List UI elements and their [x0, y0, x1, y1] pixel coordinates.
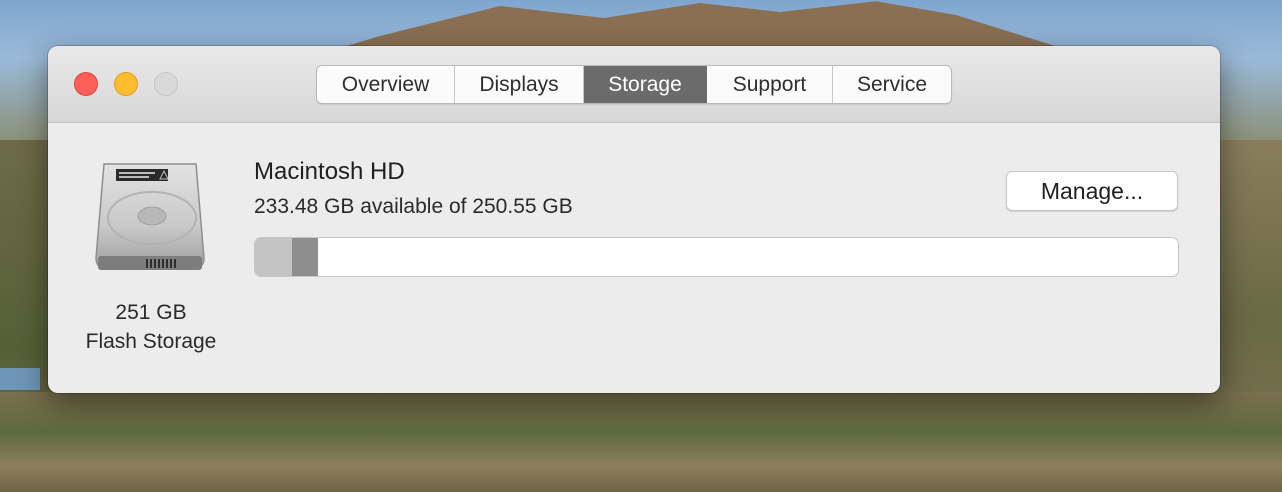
- window-titlebar[interactable]: Overview Displays Storage Support Service: [48, 46, 1220, 123]
- tab-displays[interactable]: Displays: [455, 66, 584, 103]
- manage-button[interactable]: Manage...: [1006, 171, 1178, 211]
- minimize-window-button[interactable]: [114, 72, 138, 96]
- volume-availability: 233.48 GB available of 250.55 GB: [254, 195, 573, 218]
- hard-drive-icon: [95, 163, 205, 270]
- drive-capacity: 251 GB: [115, 301, 187, 324]
- wallpaper-ground: [0, 392, 1282, 492]
- drive-caption: 251 GB Flash Storage: [68, 298, 234, 356]
- zoom-window-button: [154, 72, 178, 96]
- tab-bar: Overview Displays Storage Support Service: [316, 65, 952, 104]
- usage-segment-system[interactable]: [291, 238, 318, 276]
- about-this-mac-window: Overview Displays Storage Support Service: [48, 46, 1220, 393]
- drive-type: Flash Storage: [85, 330, 217, 353]
- tab-support[interactable]: Support: [707, 66, 833, 103]
- tab-service[interactable]: Service: [833, 66, 951, 103]
- usage-segment-other[interactable]: [255, 238, 292, 276]
- tab-overview[interactable]: Overview: [317, 66, 455, 103]
- tab-storage[interactable]: Storage: [584, 66, 707, 103]
- close-window-button[interactable]: [74, 72, 98, 96]
- storage-usage-bar[interactable]: [254, 237, 1179, 277]
- volume-name: Macintosh HD: [254, 158, 405, 185]
- wallpaper-sea: [0, 368, 40, 390]
